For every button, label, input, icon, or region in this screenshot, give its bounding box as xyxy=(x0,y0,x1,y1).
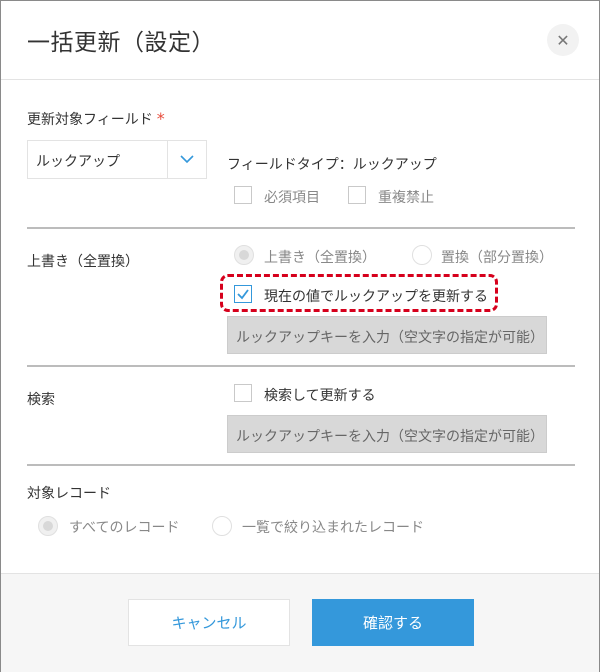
target-records-label: 対象レコード xyxy=(27,486,111,502)
field-select[interactable]: ルックアップ xyxy=(27,140,207,179)
dialog-footer: キャンセル 確認する xyxy=(1,573,599,672)
update-field-label: 更新対象フィールド * xyxy=(27,109,165,129)
filtered-records-label: 一覧で絞り込まれたレコード xyxy=(242,520,424,536)
section-divider xyxy=(27,365,575,367)
partial-replace-radio-label: 置換（部分置換） xyxy=(441,250,553,266)
overwrite-radio[interactable] xyxy=(234,245,254,265)
section-divider xyxy=(27,464,575,466)
filtered-records-radio[interactable] xyxy=(212,516,232,536)
chevron-down-icon xyxy=(180,155,194,164)
cancel-button[interactable]: キャンセル xyxy=(128,599,290,646)
field-select-value: ルックアップ xyxy=(36,154,120,170)
bulk-update-dialog: 一括更新（設定） ✕ 更新対象フィールド * ルックアップ フィールドタイプ：ルッ… xyxy=(0,0,600,672)
partial-replace-radio[interactable] xyxy=(412,245,432,265)
all-records-radio[interactable] xyxy=(38,516,58,536)
search-lookup-key-input[interactable]: ルックアップキーを入力（空文字の指定が可能） xyxy=(227,415,547,453)
confirm-button[interactable]: 確認する xyxy=(312,599,474,646)
required-mark: * xyxy=(156,109,165,128)
field-type-text: フィールドタイプ：ルックアップ xyxy=(227,157,437,173)
overwrite-radio-label: 上書き（全置換） xyxy=(264,250,376,266)
highlight-annotation xyxy=(220,274,498,312)
search-label: 検索 xyxy=(27,392,55,408)
overwrite-label: 上書き（全置換） xyxy=(27,254,139,270)
select-divider xyxy=(167,141,168,178)
section-divider xyxy=(27,227,575,229)
update-field-label-text: 更新対象フィールド xyxy=(27,112,153,128)
required-item-label: 必須項目 xyxy=(264,190,320,206)
overwrite-lookup-key-input[interactable]: ルックアップキーを入力（空文字の指定が可能） xyxy=(227,316,547,354)
all-records-label: すべてのレコード xyxy=(69,520,180,536)
no-duplicate-label: 重複禁止 xyxy=(378,190,434,206)
dialog-title: 一括更新（設定） xyxy=(27,30,215,56)
search-update-label: 検索して更新する xyxy=(264,388,376,404)
dialog-header: 一括更新（設定） ✕ xyxy=(1,1,599,80)
required-item-checkbox[interactable] xyxy=(234,186,252,204)
no-duplicate-checkbox[interactable] xyxy=(348,186,366,204)
close-icon: ✕ xyxy=(556,30,570,50)
close-button[interactable]: ✕ xyxy=(547,24,579,56)
search-update-checkbox[interactable] xyxy=(234,384,252,402)
